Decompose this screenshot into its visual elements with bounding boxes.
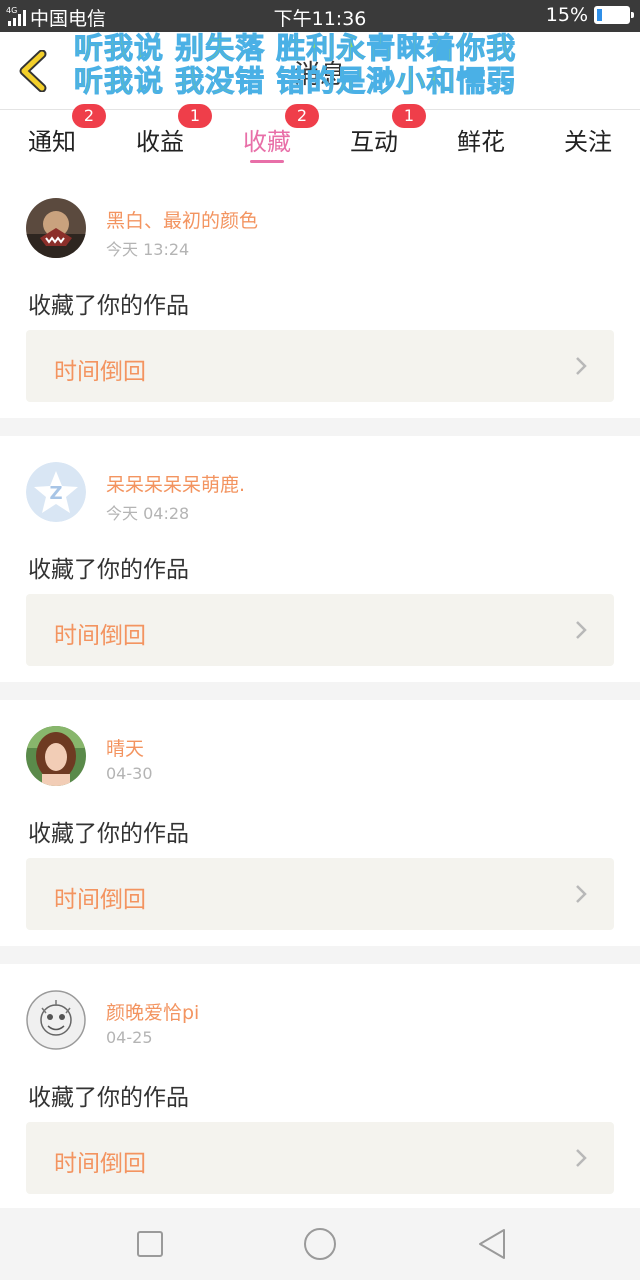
tab-label: 通知: [28, 128, 76, 156]
work-link[interactable]: 时间倒回: [26, 858, 614, 930]
timestamp: 04-25: [106, 1028, 153, 1047]
tab-notifications[interactable]: 通知 2: [2, 104, 106, 172]
timestamp: 今天 13:24: [106, 240, 190, 259]
recent-apps-button[interactable]: [132, 1226, 168, 1262]
active-tab-indicator: [250, 160, 284, 163]
back-button[interactable]: [474, 1226, 510, 1262]
svg-text:Z: Z: [49, 483, 62, 504]
tab-badge: 2: [285, 104, 319, 128]
avatar[interactable]: Z: [26, 462, 86, 522]
work-title: 时间倒回: [54, 1151, 146, 1177]
lyrics-line-1: 听我说 别失落 胜利永青睐着你我: [73, 31, 517, 65]
status-bar: 4G 中国电信 下午11:36 15%: [0, 0, 640, 32]
action-text: 收藏了你的作品: [28, 557, 189, 583]
chevron-right-icon: [576, 357, 587, 375]
work-title: 时间倒回: [54, 887, 146, 913]
system-nav-bar: [0, 1208, 640, 1280]
lyrics-overlay: 听我说 别失落 胜利永青睐着你我 听我说 我没错 错的是渺小和懦弱: [73, 31, 517, 98]
lyrics-line-2: 听我说 我没错 错的是渺小和懦弱: [73, 64, 517, 98]
timestamp: 今天 04:28: [106, 504, 190, 523]
home-button[interactable]: [302, 1226, 338, 1262]
user-name[interactable]: 颜晚爱恰pi: [106, 998, 199, 1025]
work-link[interactable]: 时间倒回: [26, 1122, 614, 1194]
list-item: 晴天 04-30 收藏了你的作品 时间倒回: [0, 700, 640, 946]
chevron-right-icon: [576, 885, 587, 903]
user-name[interactable]: 晴天: [106, 734, 144, 761]
battery-icon: [594, 6, 634, 24]
tab-following[interactable]: 关注: [538, 110, 638, 172]
avatar[interactable]: [26, 726, 86, 786]
tab-label: 鲜花: [457, 128, 505, 156]
tab-flowers[interactable]: 鲜花: [431, 110, 531, 172]
tab-badge: 1: [178, 104, 212, 128]
tab-favorites[interactable]: 收藏 2: [217, 104, 319, 172]
action-text: 收藏了你的作品: [28, 293, 189, 319]
clock: 下午11:36: [273, 8, 367, 30]
user-name[interactable]: 呆呆呆呆呆萌鹿.: [106, 470, 245, 497]
chevron-right-icon: [576, 1149, 587, 1167]
avatar[interactable]: [26, 198, 86, 258]
list-item: 颜晚爱恰pi 04-25 收藏了你的作品 时间倒回: [0, 964, 640, 1210]
work-title: 时间倒回: [54, 623, 146, 649]
tab-label: 关注: [564, 128, 612, 156]
work-link[interactable]: 时间倒回: [26, 594, 614, 666]
avatar[interactable]: [26, 990, 86, 1050]
work-link[interactable]: 时间倒回: [26, 330, 614, 402]
action-text: 收藏了你的作品: [28, 1085, 189, 1111]
user-name[interactable]: 黑白、最初的颜色: [106, 206, 258, 233]
app-header: 消息 听我说 别失落 胜利永青睐着你我 听我说 我没错 错的是渺小和懦弱: [0, 31, 640, 110]
tab-label: 收益: [136, 128, 184, 156]
list-item: Z 呆呆呆呆呆萌鹿. 今天 04:28 收藏了你的作品 时间倒回: [0, 436, 640, 682]
tab-interactions[interactable]: 互动 1: [324, 104, 426, 172]
action-text: 收藏了你的作品: [28, 821, 189, 847]
chevron-right-icon: [576, 621, 587, 639]
battery-percent: 15%: [545, 4, 588, 26]
tab-label: 收藏: [243, 128, 291, 156]
battery-fill: [597, 9, 602, 21]
work-title: 时间倒回: [54, 359, 146, 385]
tab-earnings[interactable]: 收益 1: [110, 104, 212, 172]
timestamp: 04-30: [106, 764, 153, 783]
tab-badge: 2: [72, 104, 106, 128]
tab-badge: 1: [392, 104, 426, 128]
tab-label: 互动: [350, 128, 398, 156]
tab-bar: 通知 2 收益 1 收藏 2 互动 1 鲜花 关注: [0, 104, 640, 172]
list-item: 黑白、最初的颜色 今天 13:24 收藏了你的作品 时间倒回: [0, 172, 640, 418]
